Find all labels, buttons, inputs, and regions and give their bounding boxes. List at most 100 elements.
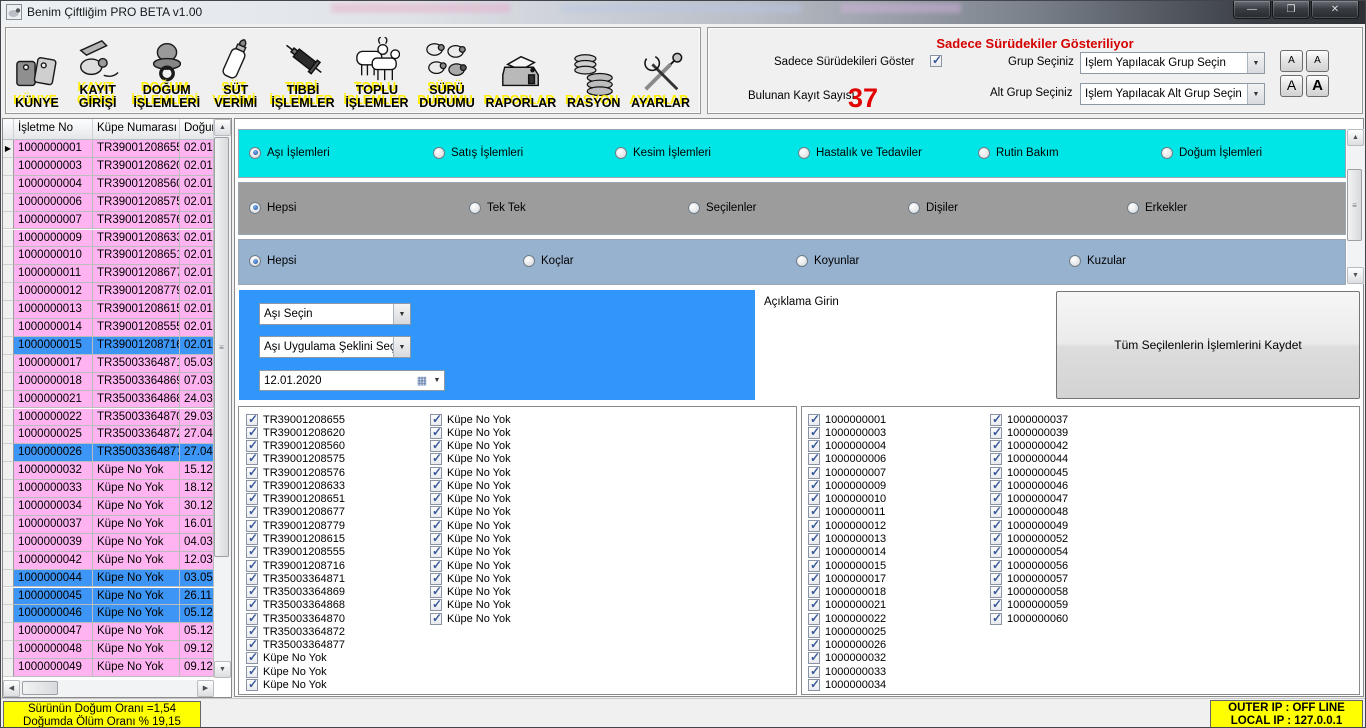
table-row[interactable]: 1000000013TR3900120861502.01.20	[3, 301, 214, 319]
tag-checkbox[interactable]: TR35003364871	[246, 572, 345, 585]
tag-checkbox[interactable]: TR39001208651	[246, 493, 345, 506]
bands-scrollbar[interactable]: ▲ ≡ ▼	[1347, 129, 1364, 284]
table-row[interactable]: 1000000011TR3900120867702.01.20	[3, 265, 214, 283]
tag-checkbox[interactable]: TR35003364877	[246, 639, 345, 652]
table-row[interactable]: 1000000017TR3500336487105.03.20	[3, 355, 214, 373]
table-horizontal-scrollbar[interactable]: ◀ ▶	[3, 680, 214, 697]
tag-checkbox[interactable]: Küpe No Yok	[430, 585, 511, 598]
radio-operation-type[interactable]: Satış İşlemleri	[433, 147, 523, 159]
toolbar-button-sheep-record[interactable]: KAYIT GİRİŞİ	[73, 30, 123, 110]
tag-checkbox[interactable]: TR39001208716	[246, 559, 345, 572]
group-select-combo[interactable]: İşlem Yapılacak Grup Seçin ▼	[1080, 52, 1265, 74]
tag-checkbox[interactable]: Küpe No Yok	[246, 678, 345, 691]
table-row[interactable]: 1000000032Küpe No Yok15.12.20	[3, 462, 214, 480]
radio-animal-class[interactable]: Koçlar	[523, 255, 574, 267]
radio-selection-mode[interactable]: Seçilenler	[688, 202, 757, 214]
toolbar-button-tools[interactable]: AYARLAR	[631, 30, 690, 110]
tag-checkbox[interactable]: Küpe No Yok	[430, 519, 511, 532]
table-row[interactable]: 1000000010TR3900120865102.01.20	[3, 247, 214, 265]
tag-checkbox[interactable]: TR39001208779	[246, 519, 345, 532]
chevron-down-icon[interactable]: ▼	[430, 377, 444, 384]
column-header-kupe-numarasi[interactable]: Küpe Numarası	[93, 119, 180, 140]
table-row[interactable]: 1000000037Küpe No Yok16.01.20	[3, 516, 214, 534]
font-size-button-4[interactable]: A	[1306, 75, 1329, 97]
radio-operation-type[interactable]: Kesim İşlemleri	[615, 147, 711, 159]
table-row[interactable]: 1000000006TR3900120857502.01.20	[3, 194, 214, 212]
calendar-icon[interactable]: ▦	[414, 374, 430, 387]
table-row[interactable]: 1000000003TR3900120862002.01.20	[3, 158, 214, 176]
table-row[interactable]: ▶1000000001TR3900120865502.01.20	[3, 140, 214, 158]
font-size-button-2[interactable]: A	[1306, 50, 1329, 72]
tag-checkbox[interactable]: Küpe No Yok	[430, 426, 511, 439]
radio-animal-class[interactable]: Koyunlar	[796, 255, 859, 267]
tag-checkbox[interactable]: Küpe No Yok	[430, 532, 511, 545]
close-button[interactable]: ✕	[1311, 1, 1359, 19]
table-vertical-scrollbar[interactable]: ▲ ≡ ▼	[214, 119, 231, 678]
table-row[interactable]: 1000000039Küpe No Yok04.03.20	[3, 534, 214, 552]
table-row[interactable]: 1000000047Küpe No Yok05.12.20	[3, 623, 214, 641]
column-header-dogum[interactable]: Doğum T	[180, 119, 214, 140]
tag-checkbox[interactable]: TR39001208615	[246, 532, 345, 545]
tag-checkbox[interactable]: TR39001208555	[246, 546, 345, 559]
table-row[interactable]: 1000000012TR3900120877902.01.20	[3, 283, 214, 301]
tag-checkbox[interactable]: Küpe No Yok	[430, 453, 511, 466]
tag-checkbox[interactable]: Küpe No Yok	[246, 665, 345, 678]
tag-checkbox[interactable]: TR39001208575	[246, 453, 345, 466]
chevron-down-icon[interactable]: ▼	[393, 337, 410, 357]
tag-checkbox[interactable]: Küpe No Yok	[430, 559, 511, 572]
toolbar-button-goats[interactable]: TOPLU İŞLEMLER	[345, 30, 408, 110]
restore-button[interactable]: ❐	[1272, 1, 1310, 19]
tag-checkbox[interactable]: TR35003364868	[246, 599, 345, 612]
tag-checkbox[interactable]: TR35003364870	[246, 612, 345, 625]
toolbar-button-herd[interactable]: SÜRÜ DURUMU	[419, 30, 475, 110]
table-row[interactable]: 1000000004TR3900120856002.01.20	[3, 176, 214, 194]
tag-checkbox[interactable]: Küpe No Yok	[430, 599, 511, 612]
scroll-left-icon[interactable]: ◀	[3, 680, 20, 697]
table-row[interactable]: 1000000018TR3500336486907.03.20	[3, 373, 214, 391]
table-row[interactable]: 1000000048Küpe No Yok09.12.20	[3, 641, 214, 659]
column-header-isletme-no[interactable]: İşletme No	[14, 119, 93, 140]
table-row[interactable]: 1000000025TR3500336487227.04.20	[3, 426, 214, 444]
tag-checkbox[interactable]: Küpe No Yok	[430, 493, 511, 506]
scroll-down-icon[interactable]: ▼	[214, 661, 231, 678]
application-method-combo[interactable]: Aşı Uygulama Şeklini Seçin ▼	[259, 336, 411, 358]
tag-checkbox[interactable]: TR39001208633	[246, 479, 345, 492]
table-scrollbar-thumb[interactable]: ≡	[214, 137, 229, 557]
tag-checkbox[interactable]: Küpe No Yok	[430, 612, 511, 625]
minimize-button[interactable]: —	[1233, 1, 1271, 19]
table-row[interactable]: 1000000014TR3900120855502.01.20	[3, 319, 214, 337]
scroll-up-icon[interactable]: ▲	[1347, 129, 1364, 146]
toolbar-button-ear-tag[interactable]: KÜNYE	[12, 30, 62, 110]
toolbar-button-printer[interactable]: RAPORLAR	[485, 30, 556, 110]
radio-animal-class[interactable]: Hepsi	[249, 255, 296, 267]
table-hscrollbar-thumb[interactable]	[22, 681, 58, 695]
subgroup-select-combo[interactable]: İşlem Yapılacak Alt Grup Seçin ▼	[1080, 83, 1265, 105]
toolbar-button-syringe[interactable]: TIBBİ İŞLEMLER	[271, 30, 334, 110]
chevron-down-icon[interactable]: ▼	[393, 304, 410, 324]
table-row[interactable]: 1000000033Küpe No Yok18.12.20	[3, 480, 214, 498]
radio-selection-mode[interactable]: Hepsi	[249, 202, 296, 214]
toolbar-button-feed-stack[interactable]: RASYON	[567, 30, 620, 110]
tag-checkbox[interactable]: Küpe No Yok	[430, 546, 511, 559]
table-row[interactable]: 1000000021TR3500336486824.03.20	[3, 391, 214, 409]
radio-operation-type[interactable]: Aşı İşlemleri	[249, 147, 330, 159]
tag-checkbox[interactable]: TR39001208677	[246, 506, 345, 519]
radio-operation-type[interactable]: Doğum İşlemleri	[1161, 147, 1262, 159]
table-row[interactable]: 1000000026TR3500336487727.04.20	[3, 444, 214, 462]
toolbar-button-pacifier[interactable]: DOĞUM İŞLEMLERİ	[133, 30, 200, 110]
chevron-down-icon[interactable]: ▼	[1247, 53, 1264, 73]
tag-checkbox[interactable]: Küpe No Yok	[430, 479, 511, 492]
save-all-selected-button[interactable]: Tüm Seçilenlerin İşlemlerini Kaydet	[1056, 291, 1360, 399]
radio-animal-class[interactable]: Kuzular	[1069, 255, 1126, 267]
tag-checkbox[interactable]: TR39001208620	[246, 426, 345, 439]
table-row[interactable]: 1000000007TR3900120857602.01.20	[3, 212, 214, 230]
tag-checkbox[interactable]: Küpe No Yok	[430, 440, 511, 453]
tag-checkbox[interactable]: TR39001208560	[246, 440, 345, 453]
table-row[interactable]: 1000000034Küpe No Yok30.12.20	[3, 498, 214, 516]
table-row[interactable]: 1000000046Küpe No Yok05.12.20	[3, 605, 214, 623]
table-row[interactable]: 1000000022TR3500336487029.03.20	[3, 409, 214, 427]
table-row[interactable]: 1000000009TR3900120863302.01.20	[3, 230, 214, 248]
radio-selection-mode[interactable]: Erkekler	[1127, 202, 1187, 214]
table-row[interactable]: 1000000044Küpe No Yok03.05.20	[3, 570, 214, 588]
radio-operation-type[interactable]: Rutin Bakım	[978, 147, 1059, 159]
